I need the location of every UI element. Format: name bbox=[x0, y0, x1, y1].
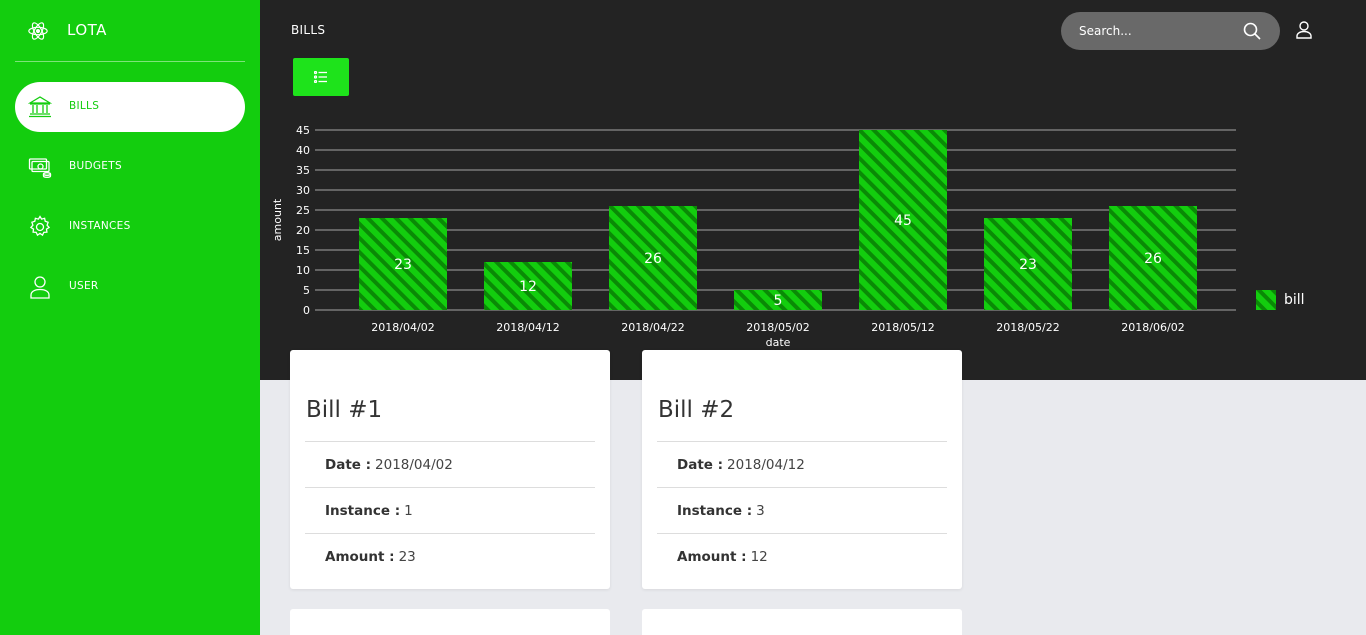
bar bbox=[984, 218, 1072, 310]
card-row-amount: Amount :23 bbox=[305, 533, 595, 579]
list-icon bbox=[314, 71, 327, 83]
field-value: 1 bbox=[404, 502, 413, 519]
bar-value-label: 23 bbox=[394, 257, 412, 273]
card-title: Bill #2 bbox=[658, 397, 735, 423]
card-row-instance: Instance :1 bbox=[305, 487, 595, 533]
field-value: 23 bbox=[398, 548, 416, 565]
x-tick-label: 2018/04/22 bbox=[621, 321, 684, 334]
bar-value-label: 26 bbox=[1144, 251, 1162, 267]
field-label: Instance : bbox=[677, 502, 753, 519]
card-row-date: Date :2018/04/12 bbox=[657, 441, 947, 487]
user-icon bbox=[30, 276, 50, 299]
bill-card[interactable]: Bill #2 Date :2018/04/12 Instance :3 Amo… bbox=[642, 350, 962, 589]
bar bbox=[609, 206, 697, 310]
chart-legend: bill bbox=[1256, 290, 1305, 310]
field-value: 3 bbox=[756, 502, 765, 519]
y-tick-label: 20 bbox=[296, 224, 310, 237]
page-title: BILLS bbox=[291, 23, 326, 37]
y-tick-label: 30 bbox=[296, 184, 310, 197]
bar-value-label: 26 bbox=[644, 251, 662, 267]
sidebar-item-bills[interactable]: BILLS bbox=[15, 82, 245, 132]
bar bbox=[359, 218, 447, 310]
bill-card[interactable]: Bill #1 Date :2018/04/02 Instance :1 Amo… bbox=[290, 350, 610, 589]
bar-value-label: 5 bbox=[774, 293, 783, 309]
bar-value-label: 23 bbox=[1019, 257, 1037, 273]
x-tick-label: 2018/04/02 bbox=[371, 321, 434, 334]
y-axis-label: amount bbox=[271, 198, 284, 241]
field-value: 2018/04/02 bbox=[375, 456, 453, 473]
legend-label: bill bbox=[1284, 292, 1305, 308]
react-logo-icon bbox=[28, 22, 48, 40]
sidebar-nav: BILLS BUDGETS INSTANCES USER bbox=[15, 82, 245, 322]
y-tick-label: 35 bbox=[296, 164, 310, 177]
y-tick-label: 45 bbox=[296, 124, 310, 137]
sidebar-item-label: USER bbox=[69, 280, 99, 292]
field-label: Date : bbox=[677, 456, 724, 473]
field-label: Date : bbox=[325, 456, 372, 473]
bar bbox=[484, 262, 572, 310]
bar-value-label: 45 bbox=[894, 213, 912, 229]
x-tick-label: 2018/06/02 bbox=[1121, 321, 1184, 334]
bank-icon bbox=[28, 96, 52, 118]
gear-icon bbox=[29, 215, 51, 237]
field-label: Amount : bbox=[677, 548, 747, 565]
y-tick-label: 25 bbox=[296, 204, 310, 217]
sidebar-item-user[interactable]: USER bbox=[15, 262, 245, 312]
chart-panel: BILLS 0 5 10 15 20 25 30 35 40 45 23 2018/04/02 12 20… bbox=[260, 0, 1366, 380]
bar bbox=[1109, 206, 1197, 310]
y-tick-label: 10 bbox=[296, 264, 310, 277]
money-icon bbox=[28, 158, 52, 178]
brand[interactable]: LOTA bbox=[15, 0, 245, 62]
legend-swatch bbox=[1256, 290, 1276, 310]
x-tick-label: 2018/05/22 bbox=[996, 321, 1059, 334]
card-title: Bill #1 bbox=[306, 397, 383, 423]
brand-name: LOTA bbox=[67, 21, 107, 39]
card-row-amount: Amount :12 bbox=[657, 533, 947, 579]
field-label: Instance : bbox=[325, 502, 401, 519]
bill-card-partial[interactable] bbox=[642, 609, 962, 635]
y-tick-label: 5 bbox=[303, 284, 310, 297]
sidebar-item-label: INSTANCES bbox=[69, 220, 131, 232]
bar bbox=[734, 290, 822, 310]
sidebar-item-label: BUDGETS bbox=[69, 160, 122, 172]
y-tick-label: 15 bbox=[296, 244, 310, 257]
bar bbox=[859, 130, 947, 310]
card-row-date: Date :2018/04/02 bbox=[305, 441, 595, 487]
x-tick-label: 2018/05/12 bbox=[871, 321, 934, 334]
sidebar-item-instances[interactable]: INSTANCES bbox=[15, 202, 245, 252]
card-row-instance: Instance :3 bbox=[657, 487, 947, 533]
field-value: 2018/04/12 bbox=[727, 456, 805, 473]
search-box bbox=[1061, 12, 1280, 50]
sidebar-item-budgets[interactable]: BUDGETS bbox=[15, 142, 245, 192]
field-label: Amount : bbox=[325, 548, 395, 565]
search-icon[interactable] bbox=[1243, 22, 1261, 40]
y-tick-label: 40 bbox=[296, 144, 310, 157]
sidebar: LOTA BILLS BUDGETS INSTANCES USER bbox=[0, 0, 260, 635]
field-value: 12 bbox=[750, 548, 768, 565]
bar-chart: 0 5 10 15 20 25 30 35 40 45 23 2018/04/02 12 2018/04/… bbox=[271, 124, 1236, 349]
x-tick-label: 2018/05/02 bbox=[746, 321, 809, 334]
user-account-icon[interactable] bbox=[1296, 21, 1312, 39]
x-axis-label: date bbox=[766, 336, 791, 349]
y-tick-label: 0 bbox=[303, 304, 310, 317]
x-tick-label: 2018/04/12 bbox=[496, 321, 559, 334]
list-view-button[interactable] bbox=[293, 58, 349, 96]
sidebar-item-label: BILLS bbox=[69, 100, 100, 112]
bar-value-label: 12 bbox=[519, 279, 537, 295]
bill-card-partial[interactable] bbox=[290, 609, 610, 635]
search-input[interactable] bbox=[1079, 21, 1239, 41]
